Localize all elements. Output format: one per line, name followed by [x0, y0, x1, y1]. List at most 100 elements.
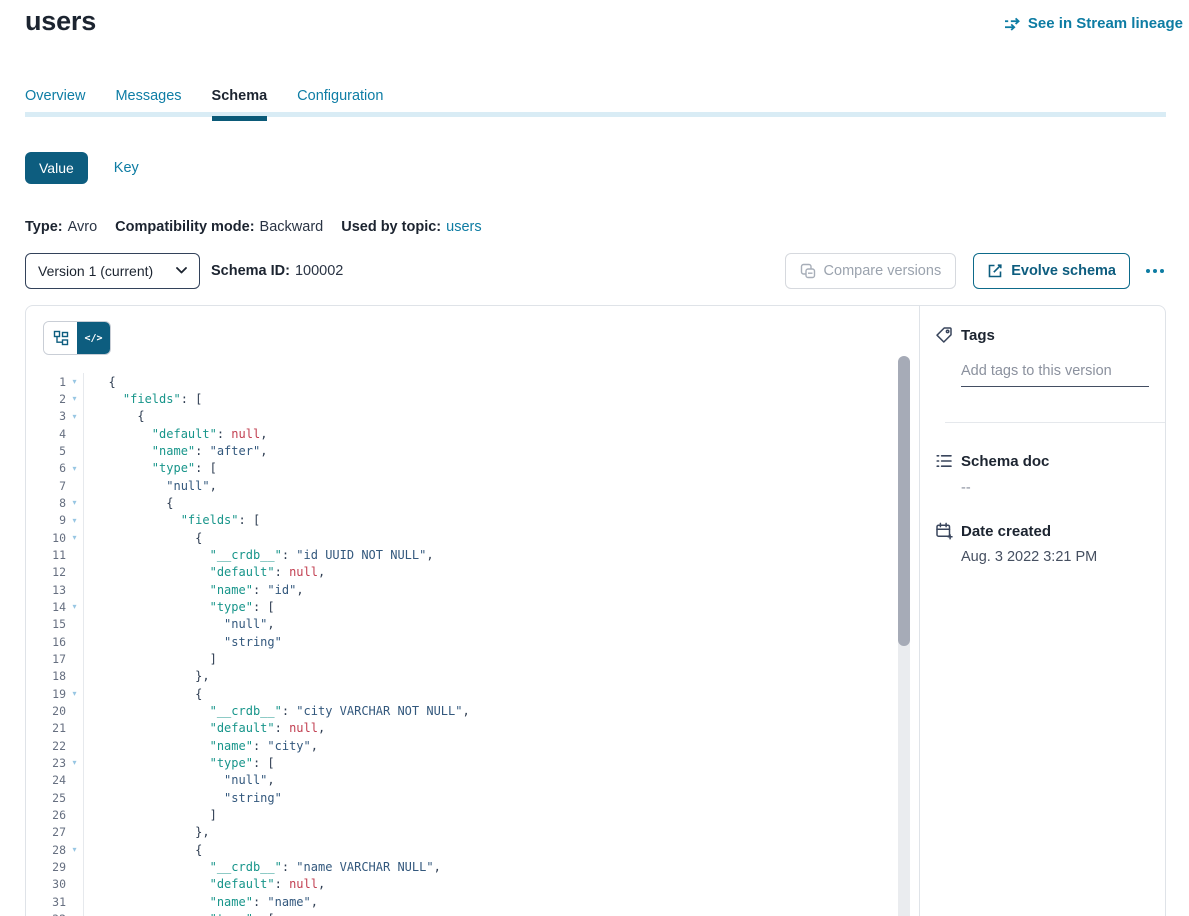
calendar-plus-icon	[935, 522, 953, 540]
tree-view-button[interactable]	[44, 322, 77, 354]
tags-section-header: Tags	[920, 326, 1165, 344]
code-lines: 1▾ {2▾ "fields": [3▾ {4 "default": null,…	[26, 373, 886, 916]
code-view-button[interactable]: </>	[77, 322, 110, 354]
tab-track	[25, 112, 1166, 117]
code-text: {	[83, 685, 202, 702]
value-toggle-button[interactable]: Value	[25, 152, 88, 184]
code-line: 4 "default": null,	[26, 425, 886, 442]
code-line: 9▾ "fields": [	[26, 512, 886, 529]
schema-doc-value: --	[961, 480, 1165, 496]
tags-heading: Tags	[961, 327, 995, 344]
code-text: "null",	[83, 616, 275, 633]
line-number: 18	[26, 669, 66, 683]
line-number: 7	[26, 479, 66, 493]
compare-versions-icon	[800, 263, 816, 279]
type-label: Type:	[25, 219, 63, 235]
code-text: },	[83, 824, 210, 841]
code-line: 27 },	[26, 824, 886, 841]
fold-toggle-icon[interactable]: ▾	[66, 598, 83, 615]
code-line: 24 "null",	[26, 772, 886, 789]
tab-configuration[interactable]: Configuration	[297, 88, 383, 116]
fold-toggle-icon[interactable]: ▾	[66, 494, 83, 511]
code-line: 2▾ "fields": [	[26, 390, 886, 407]
version-select-value: Version 1 (current)	[38, 263, 153, 279]
fold-toggle-icon[interactable]: ▾	[66, 841, 83, 858]
code-text: "fields": [	[83, 390, 202, 407]
line-number: 11	[26, 548, 66, 562]
fold-toggle-icon[interactable]: ▾	[66, 408, 83, 425]
line-number: 17	[26, 652, 66, 666]
page-title: users	[25, 6, 96, 37]
code-text: ]	[83, 650, 217, 667]
code-line: 21 "default": null,	[26, 720, 886, 737]
schema-page: users See in Stream lineage Overview Mess…	[0, 0, 1189, 916]
date-created-section-header: Date created	[920, 522, 1165, 540]
line-number: 29	[26, 860, 66, 874]
code-text: "type": [	[83, 910, 275, 916]
code-line: 30 "default": null,	[26, 876, 886, 893]
editor-scrollbar-thumb[interactable]	[898, 356, 910, 646]
fold-toggle-icon[interactable]: ▾	[66, 910, 83, 916]
tree-view-icon	[53, 330, 69, 346]
editor-scrollbar-track[interactable]	[898, 356, 910, 916]
doc-list-icon	[935, 452, 953, 470]
tab-messages[interactable]: Messages	[115, 88, 181, 116]
code-text: "type": [	[83, 754, 275, 771]
code-text: "name": "after",	[83, 442, 267, 459]
line-number: 14	[26, 600, 66, 614]
tab-schema[interactable]: Schema	[212, 88, 268, 116]
code-text: "null",	[83, 772, 275, 789]
stream-lineage-icon	[1004, 17, 1021, 31]
code-view-icon: </>	[84, 333, 102, 344]
code-line: 17 ]	[26, 650, 886, 667]
line-number: 10	[26, 531, 66, 545]
fold-toggle-icon[interactable]: ▾	[66, 754, 83, 771]
fold-toggle-icon[interactable]: ▾	[66, 373, 83, 390]
topic-link[interactable]: users	[446, 219, 481, 235]
evolve-schema-button[interactable]: Evolve schema	[973, 253, 1130, 289]
code-text: "__crdb__": "city VARCHAR NOT NULL",	[83, 702, 470, 719]
code-line: 15 "null",	[26, 616, 886, 633]
line-number: 13	[26, 583, 66, 597]
more-actions-button[interactable]	[1144, 263, 1166, 279]
code-line: 22 "name": "city",	[26, 737, 886, 754]
line-number: 20	[26, 704, 66, 718]
tab-bar: Overview Messages Schema Configuration	[25, 88, 1166, 117]
key-toggle-button[interactable]: Key	[114, 160, 139, 176]
fold-toggle-icon[interactable]: ▾	[66, 390, 83, 407]
schema-editor: </> 1▾ {2▾ "fields": [3▾ {4 "default": n…	[26, 306, 919, 916]
code-line: 26 ]	[26, 806, 886, 823]
code-text: "__crdb__": "name VARCHAR NULL",	[83, 858, 441, 875]
fold-toggle-icon[interactable]: ▾	[66, 685, 83, 702]
fold-toggle-icon[interactable]: ▾	[66, 512, 83, 529]
topic-label: Used by topic:	[341, 219, 441, 235]
add-tags-input[interactable]	[961, 363, 1149, 387]
fold-toggle-icon[interactable]: ▾	[66, 460, 83, 477]
code-line: 18 },	[26, 668, 886, 685]
compare-versions-button[interactable]: Compare versions	[785, 253, 957, 289]
fold-toggle-icon[interactable]: ▾	[66, 529, 83, 546]
version-select[interactable]: Version 1 (current)	[25, 253, 200, 289]
code-text: ]	[83, 806, 217, 823]
schema-panel: </> 1▾ {2▾ "fields": [3▾ {4 "default": n…	[25, 305, 1166, 916]
tag-icon	[935, 326, 953, 344]
line-number: 2	[26, 392, 66, 406]
code-text: {	[83, 841, 202, 858]
line-number: 21	[26, 721, 66, 735]
code-text: "__crdb__": "id UUID NOT NULL",	[83, 546, 434, 563]
tab-overview[interactable]: Overview	[25, 88, 85, 116]
code-text: {	[83, 373, 116, 390]
code-text: "name": "city",	[83, 737, 318, 754]
code-text: "name": "id",	[83, 581, 304, 598]
code-line: 11 "__crdb__": "id UUID NOT NULL",	[26, 546, 886, 563]
code-line: 32▾ "type": [	[26, 910, 886, 916]
line-number: 4	[26, 427, 66, 441]
compatibility-value: Backward	[260, 219, 324, 235]
editor-view-toggle: </>	[43, 321, 111, 355]
sidebar-divider	[945, 422, 1165, 423]
code-text: "string"	[83, 789, 282, 806]
see-in-stream-lineage-link[interactable]: See in Stream lineage	[1004, 15, 1183, 32]
code-text: {	[83, 494, 173, 511]
code-line: 31 "name": "name",	[26, 893, 886, 910]
line-number: 26	[26, 808, 66, 822]
